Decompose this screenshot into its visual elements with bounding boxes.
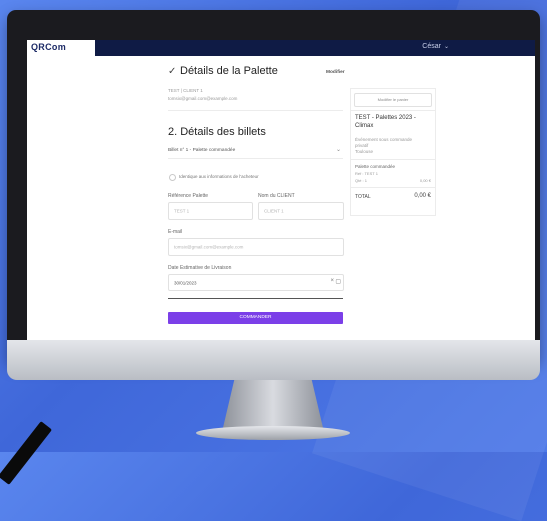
edit-cart-button[interactable]: Modifier le panier [354,93,432,107]
email-label: E-mail [168,229,183,235]
email-line: tomsix@gmail.com@example.com [168,96,238,101]
calendar-icon[interactable]: ▢ [335,278,341,285]
pen-decoration [0,421,53,485]
card-divider [351,187,435,188]
chevron-down-icon[interactable]: ⌄ [336,146,341,153]
client-name-input[interactable]: CLIENT 1 [258,202,344,220]
palette-ref-value: TEST 1 [174,208,190,214]
chevron-down-icon: ⌄ [443,44,449,50]
monitor-stand-neck [222,380,324,432]
email-value: tomsix@gmail.com@example.com [174,244,244,250]
edit-palette-link[interactable]: Modifier [326,70,345,75]
section-divider [168,110,343,111]
monitor-chin [7,340,540,380]
tickets-section-title: 2. Détails des billets [168,126,266,138]
item-quantity: Qté : 1 [355,178,368,183]
item-reference: Réf : TEST 1 [355,171,378,176]
total-value: 0,00 € [414,193,431,199]
palette-ref-label: Référence Palette [168,193,209,199]
client-line: TEST | CLIENT 1 [168,88,203,93]
event-line-3: Toulouse [355,149,374,154]
delivery-date-value: 30/01/2023 [174,280,197,285]
order-summary-card: Modifier le panier TEST - Palettes 2023 … [350,88,436,216]
top-navigation-bar: QRCom César ⌄ [27,40,535,56]
palette-section-title: Détails de la Palette [180,65,278,77]
total-label: TOTAL [355,194,371,200]
monitor-frame: QRCom César ⌄ ✓ Détails de la Palette Mod… [7,10,540,362]
delivery-date-label: Date Estimative de Livraison [168,265,232,271]
delivery-date-input[interactable]: 30/01/2023 × ▢ [168,274,344,291]
event-line-2: privatif [355,143,369,148]
event-line-1: Événement sous commande [355,137,413,142]
logo-container[interactable]: QRCom [27,40,95,56]
palette-ref-input[interactable]: TEST 1 [168,202,253,220]
clear-icon[interactable]: × [330,278,334,284]
brand-logo: QRCom [31,42,66,52]
accordion-divider [168,158,343,159]
item-title: Palette commandée [355,164,396,169]
check-icon: ✓ [168,66,177,77]
same-as-buyer-checkbox[interactable] [169,174,176,181]
user-name: César [422,43,441,50]
order-button[interactable]: COMMANDER [168,312,343,324]
monitor-stand-base [196,426,350,440]
card-divider [351,159,435,160]
ticket-accordion-label[interactable]: Billet n° 1 - Palette commandée [168,148,235,153]
event-title: TEST - Palettes 2023 - Climax [355,115,416,129]
same-as-buyer-label: Identique aux informations de l'acheteur [179,174,259,179]
card-divider [351,110,435,111]
email-input[interactable]: tomsix@gmail.com@example.com [168,238,344,256]
form-divider [168,298,343,299]
user-menu[interactable]: César ⌄ [422,43,449,50]
client-name-value: CLIENT 1 [264,208,284,214]
item-price: 0,00 € [419,178,431,183]
monitor-screen: QRCom César ⌄ ✓ Détails de la Palette Mod… [27,40,535,351]
client-name-label: Nom du CLIENT [258,193,295,199]
